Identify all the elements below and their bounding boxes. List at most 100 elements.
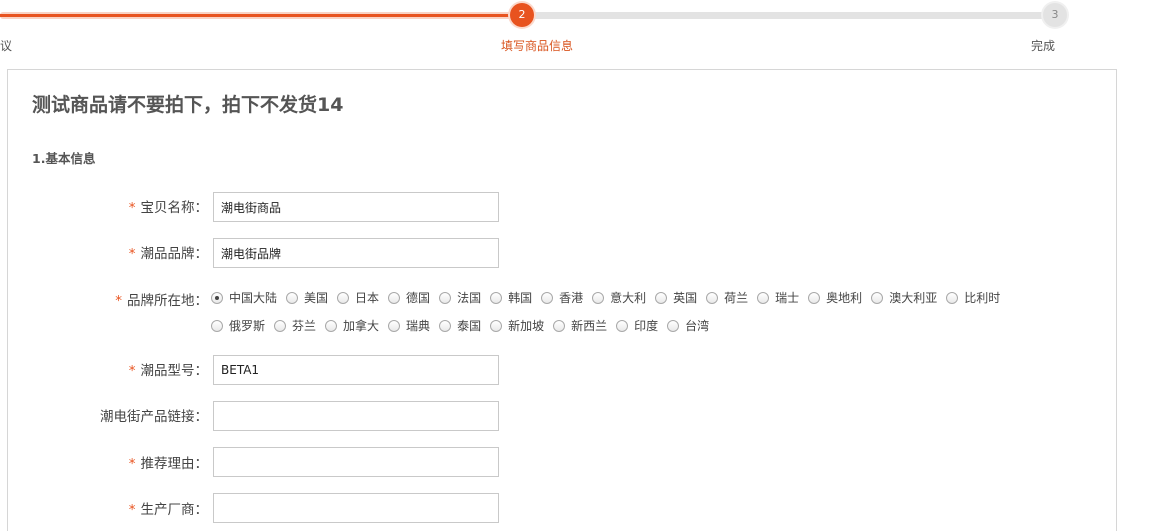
origin-option[interactable]: 法国	[439, 284, 481, 312]
origin-option-label: 意大利	[610, 291, 647, 305]
radio-button[interactable]	[274, 320, 287, 332]
origin-option-label: 日本	[355, 291, 380, 305]
radio-button[interactable]	[490, 292, 503, 304]
radio-button[interactable]	[667, 320, 680, 332]
reason-input[interactable]	[213, 447, 499, 477]
origin-option-label: 芬兰	[292, 319, 317, 333]
required-mark: *	[128, 200, 136, 216]
origin-option[interactable]: 澳大利亚	[871, 284, 937, 312]
radio-button[interactable]	[439, 320, 452, 332]
progress-track-pending	[522, 12, 1056, 19]
step-2-circle: 2	[510, 3, 534, 27]
step-3-label: 完成	[1031, 39, 1056, 53]
radio-button[interactable]	[871, 292, 884, 304]
origin-option[interactable]: 瑞士	[757, 284, 799, 312]
origin-option[interactable]: 中国大陆	[211, 284, 277, 312]
origin-option[interactable]: 瑞典	[388, 312, 430, 340]
origin-option-label: 德国	[406, 291, 431, 305]
origin-label: * 品牌所在地：	[115, 293, 208, 309]
model-input[interactable]	[213, 355, 499, 385]
radio-button[interactable]	[946, 292, 959, 304]
origin-option-label: 中国大陆	[229, 291, 278, 305]
origin-option[interactable]: 奥地利	[808, 284, 862, 312]
required-mark: *	[115, 293, 122, 309]
origin-option-label: 台湾	[685, 319, 710, 333]
progress-track-completed	[0, 12, 522, 19]
page-title: 测试商品请不要拍下，拍下不发货14	[32, 94, 344, 116]
required-mark: *	[128, 246, 136, 262]
origin-option-label: 新西兰	[571, 319, 608, 333]
origin-option-label: 比利时	[964, 291, 1001, 305]
radio-button[interactable]	[490, 320, 503, 332]
radio-button[interactable]	[211, 320, 223, 332]
origin-option-label: 俄罗斯	[229, 319, 266, 333]
manufacturer-label: * 生产厂商：	[128, 502, 208, 518]
origin-option[interactable]: 加拿大	[325, 312, 379, 340]
origin-option-label: 印度	[634, 319, 659, 333]
required-mark: *	[128, 456, 136, 472]
origin-option-label: 瑞典	[406, 319, 431, 333]
radio-button[interactable]	[616, 320, 629, 332]
origin-option[interactable]: 韩国	[490, 284, 532, 312]
product-link-input[interactable]	[213, 401, 499, 431]
origin-option[interactable]: 英国	[655, 284, 697, 312]
origin-option[interactable]: 德国	[388, 284, 430, 312]
radio-button[interactable]	[541, 292, 554, 304]
step-1-label: 协议	[0, 39, 13, 53]
radio-button[interactable]	[808, 292, 821, 304]
form-panel: 测试商品请不要拍下，拍下不发货14 1.基本信息 *宝贝名称： *潮品品牌： *…	[7, 69, 1117, 531]
progress-steps: 2 3 协议 填写商品信息 完成	[0, 0, 1154, 60]
radio-button[interactable]	[325, 320, 338, 332]
section-heading-basic-info: 1.基本信息	[32, 151, 96, 166]
origin-option-label: 泰国	[457, 319, 482, 333]
origin-option[interactable]: 印度	[616, 312, 658, 340]
radio-button[interactable]	[553, 320, 566, 332]
origin-option-label: 荷兰	[724, 291, 749, 305]
origin-option[interactable]: 比利时	[946, 284, 1000, 312]
origin-option-label: 瑞士	[775, 291, 800, 305]
origin-option[interactable]: 泰国	[439, 312, 481, 340]
origin-option[interactable]: 台湾	[667, 312, 709, 340]
required-mark: *	[128, 502, 136, 518]
brand-label: * 潮品品牌：	[128, 246, 208, 262]
origin-option-label: 法国	[457, 291, 482, 305]
radio-button[interactable]	[211, 292, 223, 304]
origin-option-label: 英国	[673, 291, 698, 305]
radio-button[interactable]	[388, 292, 401, 304]
required-mark: *	[128, 363, 136, 379]
origin-option-label: 美国	[304, 291, 329, 305]
origin-option-label: 加拿大	[343, 319, 380, 333]
model-label: * 潮品型号：	[128, 363, 208, 379]
origin-option-label: 澳大利亚	[889, 291, 938, 305]
origin-radio-group: 中国大陆 美国 日本 德国 法国 韩国 香港 意大利 英国 荷兰 瑞士 奥地利 澳大利亚 比利时俄罗斯 芬兰…	[211, 284, 1071, 340]
radio-button[interactable]	[655, 292, 668, 304]
step-3-circle: 3	[1043, 3, 1067, 27]
origin-option[interactable]: 新加坡	[490, 312, 544, 340]
brand-input[interactable]	[213, 238, 499, 268]
radio-button[interactable]	[388, 320, 401, 332]
product-name-input[interactable]	[213, 192, 499, 222]
origin-option[interactable]: 意大利	[592, 284, 646, 312]
origin-option[interactable]: 新西兰	[553, 312, 607, 340]
origin-option-label: 新加坡	[508, 319, 545, 333]
origin-option[interactable]: 日本	[337, 284, 379, 312]
manufacturer-input[interactable]	[213, 493, 499, 523]
origin-option-label: 韩国	[508, 291, 533, 305]
origin-option[interactable]: 美国	[286, 284, 328, 312]
origin-option[interactable]: 俄罗斯	[211, 312, 265, 340]
origin-option[interactable]: 香港	[541, 284, 583, 312]
origin-option-label: 奥地利	[826, 291, 863, 305]
radio-button[interactable]	[706, 292, 719, 304]
radio-button[interactable]	[592, 292, 605, 304]
radio-button[interactable]	[337, 292, 350, 304]
origin-option[interactable]: 荷兰	[706, 284, 748, 312]
radio-button[interactable]	[439, 292, 452, 304]
step-2-label: 填写商品信息	[501, 39, 574, 53]
radio-button[interactable]	[757, 292, 770, 304]
radio-button[interactable]	[286, 292, 299, 304]
reason-label: * 推荐理由：	[128, 456, 208, 472]
product-name-label: * 宝贝名称：	[128, 200, 208, 216]
origin-option[interactable]: 芬兰	[274, 312, 316, 340]
product-link-label: 潮电街产品链接：	[100, 409, 208, 425]
origin-option-label: 香港	[559, 291, 584, 305]
